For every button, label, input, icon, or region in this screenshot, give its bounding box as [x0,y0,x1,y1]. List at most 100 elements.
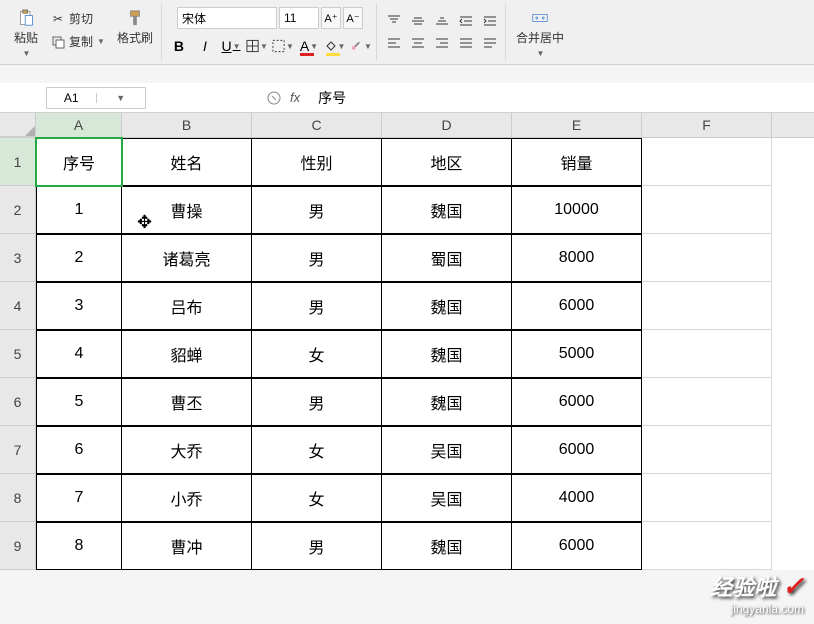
dropdown-arrow-icon[interactable]: ▼ [96,93,146,103]
align-middle-button[interactable] [407,11,429,31]
font-color-button[interactable]: A▼ [298,35,320,57]
cell[interactable]: 6000 [512,282,642,330]
name-box[interactable]: A1 ▼ [46,87,146,109]
cell[interactable]: 诸葛亮 [122,234,252,282]
column-header[interactable]: E [512,113,642,137]
cell[interactable]: 女 [252,426,382,474]
cell[interactable]: 貂蝉 [122,330,252,378]
cut-button[interactable]: ✂ 剪切 [46,8,109,29]
cell[interactable] [642,474,772,522]
fx-icon[interactable]: fx [290,90,300,105]
format-painter-button[interactable]: 格式刷 [113,8,157,56]
merge-center-button[interactable]: 合并居中▼ [512,8,568,56]
cell[interactable]: 魏国 [382,282,512,330]
row-header[interactable]: 4 [0,282,36,330]
fill-frame-button[interactable]: ▼ [272,35,294,57]
cell[interactable]: 吴国 [382,474,512,522]
cell[interactable]: 蜀国 [382,234,512,282]
cell[interactable]: 6000 [512,426,642,474]
select-all-corner[interactable] [0,113,36,137]
cell[interactable]: 序号 [36,138,122,186]
cell[interactable]: 男 [252,186,382,234]
justify-button[interactable] [455,33,477,53]
decrease-font-button[interactable]: A⁻ [343,7,363,29]
cell[interactable]: 姓名 [122,138,252,186]
cell[interactable] [642,330,772,378]
row-header[interactable]: 9 [0,522,36,570]
bold-button[interactable]: B [168,35,190,57]
cell[interactable]: 6000 [512,522,642,570]
cell[interactable] [642,234,772,282]
cell[interactable]: 曹冲 [122,522,252,570]
copy-button[interactable]: 复制▼ [46,31,109,52]
row-header[interactable]: 2 [0,186,36,234]
cell[interactable]: 大乔 [122,426,252,474]
cell[interactable]: 6000 [512,378,642,426]
formula-input[interactable] [312,87,808,109]
cell[interactable]: 男 [252,282,382,330]
cell[interactable]: 魏国 [382,330,512,378]
cell[interactable]: 8 [36,522,122,570]
font-name-select[interactable] [177,7,277,29]
row-header[interactable]: 7 [0,426,36,474]
cell[interactable]: 魏国 [382,522,512,570]
cell[interactable]: 4 [36,330,122,378]
cell[interactable]: 魏国 [382,378,512,426]
cell[interactable]: 性别 [252,138,382,186]
cell[interactable]: 2 [36,234,122,282]
cell[interactable]: 女 [252,330,382,378]
font-size-select[interactable] [279,7,319,29]
cell[interactable] [642,378,772,426]
indent-decrease-button[interactable] [455,11,477,31]
align-top-button[interactable] [383,11,405,31]
increase-font-button[interactable]: A⁺ [321,7,341,29]
cell[interactable]: 3 [36,282,122,330]
cell[interactable]: 吴国 [382,426,512,474]
column-header[interactable]: F [642,113,772,137]
cell[interactable]: 1 [36,186,122,234]
cell[interactable] [642,186,772,234]
cell[interactable]: 男 [252,378,382,426]
row-header[interactable]: 1 [0,138,36,186]
cell[interactable]: 5000 [512,330,642,378]
cell[interactable]: 魏国 [382,186,512,234]
cell[interactable]: 8000 [512,234,642,282]
row-header[interactable]: 3 [0,234,36,282]
cell[interactable] [642,282,772,330]
fill-color-button[interactable]: ▼ [324,35,346,57]
cancel-button[interactable] [264,88,284,108]
border-button[interactable]: ▼ [246,35,268,57]
column-header[interactable]: D [382,113,512,137]
align-bottom-button[interactable] [431,11,453,31]
cell[interactable]: 7 [36,474,122,522]
align-left-button[interactable] [383,33,405,53]
cell[interactable] [642,522,772,570]
cell[interactable]: 曹操 [122,186,252,234]
indent-increase-button[interactable] [479,11,501,31]
column-header[interactable]: C [252,113,382,137]
cell[interactable]: 曹丕 [122,378,252,426]
underline-button[interactable]: U▼ [220,35,242,57]
cell[interactable]: 男 [252,522,382,570]
italic-button[interactable]: I [194,35,216,57]
cell[interactable]: 10000 [512,186,642,234]
column-header[interactable]: A [36,113,122,137]
clear-format-button[interactable]: ▼ [350,35,372,57]
cell[interactable]: 4000 [512,474,642,522]
row-header[interactable]: 5 [0,330,36,378]
cell[interactable] [642,426,772,474]
row-header[interactable]: 6 [0,378,36,426]
align-right-button[interactable] [431,33,453,53]
align-center-button[interactable] [407,33,429,53]
cell[interactable]: 5 [36,378,122,426]
cell[interactable]: 吕布 [122,282,252,330]
column-header[interactable]: B [122,113,252,137]
cell[interactable] [642,138,772,186]
cell[interactable]: 地区 [382,138,512,186]
cell[interactable]: 男 [252,234,382,282]
cell[interactable]: 销量 [512,138,642,186]
cell[interactable]: 6 [36,426,122,474]
cell[interactable]: 小乔 [122,474,252,522]
row-header[interactable]: 8 [0,474,36,522]
paste-button[interactable]: 粘贴▼ [10,8,42,56]
